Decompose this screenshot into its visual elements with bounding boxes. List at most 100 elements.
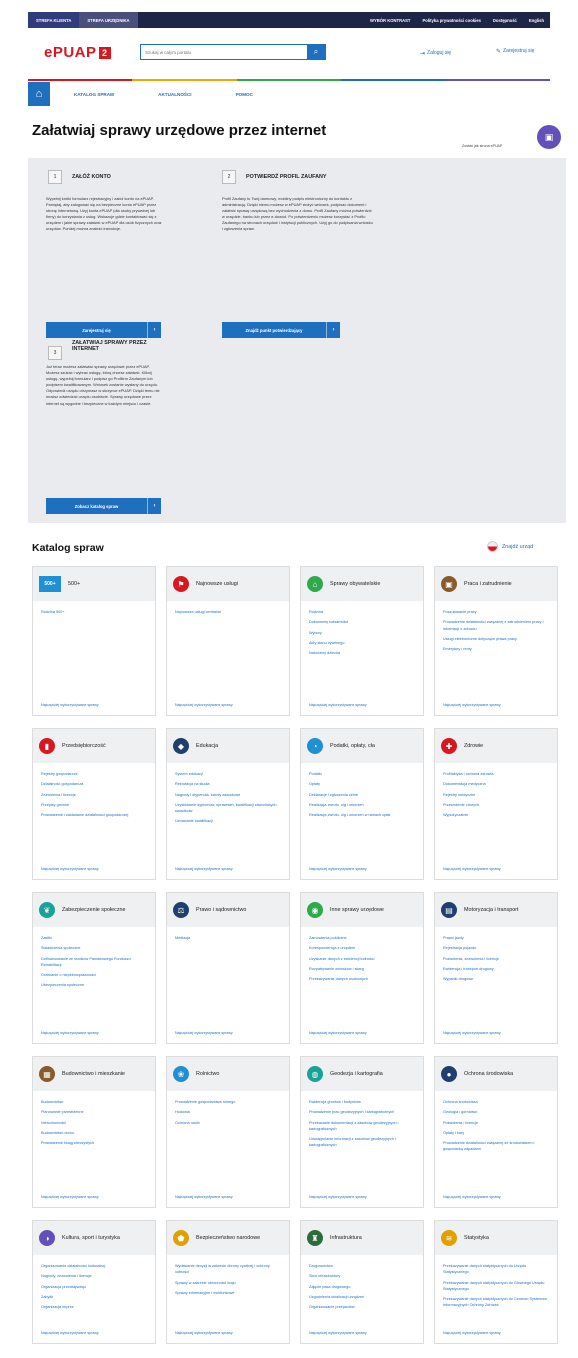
category-card-header[interactable]: ◔ Podatki, opłaty, cła	[301, 729, 423, 763]
category-link[interactable]: Rejestry medyczne	[443, 792, 549, 798]
category-link[interactable]: Emerytury i renty	[443, 646, 549, 652]
nav-catalog[interactable]: KATALOG SPRAW	[74, 92, 114, 97]
category-link[interactable]: Usługi elektroniczne dotyczące prawa pra…	[443, 636, 549, 642]
category-more-link[interactable]: Najczęściej wykorzystywane sprawy	[443, 1031, 501, 1035]
category-link[interactable]: Świadczenia społeczne	[41, 945, 147, 951]
category-link[interactable]: Uznawanie kwalifikacji	[175, 818, 281, 824]
privacy-link[interactable]: Polityka prywatności cookies	[422, 18, 480, 23]
category-link[interactable]: Wydawanie decyzji w zakresie obrony cywi…	[175, 1263, 281, 1276]
category-link[interactable]: Realizacja zwrotu, ulg i umorzeń	[309, 802, 415, 808]
category-link[interactable]: Dokumenty tożsamości	[309, 619, 415, 625]
category-card-header[interactable]: ▦ Budownictwo i mieszkanie	[33, 1057, 155, 1091]
category-link[interactable]: Budownictwo	[41, 1099, 147, 1105]
category-link[interactable]: Pozwolenia i licencje	[443, 1120, 549, 1126]
category-link[interactable]: Uzgodnienia lokalizacji urządzeń	[309, 1294, 415, 1300]
epuap-logo[interactable]: ePUAP 2	[44, 44, 111, 61]
category-card-header[interactable]: ♜ Infrastruktura	[301, 1221, 423, 1255]
category-link[interactable]: Orzekanie o niepełnosprawności	[41, 972, 147, 978]
category-link[interactable]: Organizacja imprez	[41, 1304, 147, 1310]
category-link[interactable]: Dofinansowanie ze środków Państwowego Fu…	[41, 956, 147, 969]
category-link[interactable]: Wybory	[309, 630, 415, 636]
category-link[interactable]: Rodzina 500+	[41, 609, 147, 615]
category-link[interactable]: Organizacja przedsięwzięć	[41, 1284, 147, 1290]
category-more-link[interactable]: Najczęściej wykorzystywane sprawy	[443, 703, 501, 707]
category-link[interactable]: Rejestracja pojazdu	[443, 945, 549, 951]
find-office-link[interactable]: Znajdź urząd	[487, 541, 533, 552]
category-card-header[interactable]: ⚖ Prawo i sądownictwo	[167, 893, 289, 927]
category-link[interactable]: Poszukiwanie pracy	[443, 609, 549, 615]
category-link[interactable]: Przekazywanie danych statystycznych do U…	[443, 1263, 549, 1276]
category-link[interactable]: Organizowanie przejazdów	[309, 1304, 415, 1310]
category-more-link[interactable]: Najczęściej wykorzystywane sprawy	[309, 1031, 367, 1035]
category-more-link[interactable]: Najczęściej wykorzystywane sprawy	[41, 1331, 99, 1335]
category-more-link[interactable]: Najczęściej wykorzystywane sprawy	[443, 1195, 501, 1199]
search-input[interactable]	[141, 45, 307, 59]
category-link[interactable]: Działalność gospodarcza	[41, 781, 147, 787]
category-more-link[interactable]: Najczęściej wykorzystywane sprawy	[309, 867, 367, 871]
category-link[interactable]: Rekrutacja na studia	[175, 781, 281, 787]
category-link[interactable]: Prowadzenie działalności związanej ze śr…	[443, 1140, 549, 1153]
accessibility-link[interactable]: Dostępność	[493, 18, 517, 23]
category-more-link[interactable]: Najczęściej wykorzystywane sprawy	[443, 867, 501, 871]
language-link[interactable]: English	[529, 18, 544, 23]
category-link[interactable]: Zamówienia publiczne	[309, 935, 415, 941]
login-link[interactable]: ⇥ Zaloguj się	[420, 50, 451, 57]
category-link[interactable]: Ubezpieczenia społeczne	[41, 982, 147, 988]
category-link[interactable]: Rozpatrywanie wniosków i skarg	[309, 966, 415, 972]
category-link[interactable]: Drogownictwo	[309, 1263, 415, 1269]
category-more-link[interactable]: Najczęściej wykorzystywane sprawy	[41, 867, 99, 871]
category-link[interactable]: Udostępnianie informacji z zasobów geode…	[309, 1136, 415, 1149]
category-link[interactable]: Zajęcie pasa drogowego	[309, 1284, 415, 1290]
category-link[interactable]: Budownictwo domu	[41, 1130, 147, 1136]
category-card-header[interactable]: 500+ 500+	[33, 567, 155, 601]
category-link[interactable]: Deklaracje i zgłoszenia celne	[309, 792, 415, 798]
category-link[interactable]: Prowadzenie ksiąg wieczystych	[41, 1140, 147, 1146]
tab-client-zone[interactable]: STREFA KLIENTA	[28, 12, 80, 28]
tab-official-zone[interactable]: STREFA URZĘDNIKA	[79, 12, 138, 28]
category-card-header[interactable]: ◆ Edukacja	[167, 729, 289, 763]
category-card-header[interactable]: ◍ Geodezja i kartografia	[301, 1057, 423, 1091]
category-link[interactable]: Dokumentacja medyczna	[443, 781, 549, 787]
category-card-header[interactable]: ❀ Rolnictwo	[167, 1057, 289, 1091]
category-card-header[interactable]: ⬟ Bezpieczeństwo narodowe	[167, 1221, 289, 1255]
category-link[interactable]: Przepisy gminne	[41, 802, 147, 808]
category-card-header[interactable]: ▤ Motoryzacja i transport	[435, 893, 557, 927]
category-link[interactable]: Sprawy informacyjne i meldunkowe	[175, 1290, 281, 1296]
category-link[interactable]: Ochrona roślin	[175, 1120, 281, 1126]
category-link[interactable]: Najnowsze usługi centralne	[175, 609, 281, 615]
category-more-link[interactable]: Najczęściej wykorzystywane sprawy	[309, 1331, 367, 1335]
category-link[interactable]: Przekazywanie danych osobowych	[309, 976, 415, 982]
category-more-link[interactable]: Najczęściej wykorzystywane sprawy	[175, 1031, 233, 1035]
category-link[interactable]: Przekazanie dokumentacji z zasobów geode…	[309, 1120, 415, 1133]
category-link[interactable]: Sprawy w zakresie obronności kraju	[175, 1280, 281, 1286]
category-link[interactable]: Zasiłki	[41, 935, 147, 941]
category-more-link[interactable]: Najczęściej wykorzystywane sprawy	[175, 703, 233, 707]
contrast-link[interactable]: WYBÓR KONTRAST	[370, 18, 410, 23]
category-link[interactable]: Opłaty	[309, 781, 415, 787]
promo-text[interactable]: Zostań jak strona ePUAP	[462, 144, 502, 148]
category-link[interactable]: Wypadki drogowe	[443, 976, 549, 982]
category-link[interactable]: Nagrody i stypendia, szkoły zawodowe	[175, 792, 281, 798]
register-button[interactable]: Zarejestruj się ›	[46, 322, 161, 338]
category-link[interactable]: Opłaty i kary	[443, 1130, 549, 1136]
category-card-header[interactable]: ▣ Praca i zatrudnienie	[435, 567, 557, 601]
search-button[interactable]: ⌕	[307, 45, 325, 59]
category-link[interactable]: Uzyskanie danych z ewidencji ludności	[309, 956, 415, 962]
category-link[interactable]: Podatki	[309, 771, 415, 777]
category-link[interactable]: Pozwolenia, zezwolenia i licencje	[443, 956, 549, 962]
home-button[interactable]: ⌂	[28, 82, 50, 106]
category-card-header[interactable]: ◉ Inne sprawy urzędowe	[301, 893, 423, 927]
promo-icon[interactable]: ▣	[537, 125, 561, 149]
category-link[interactable]: Planowanie przestrzenne	[41, 1109, 147, 1115]
category-link[interactable]: Prowadzenie prac geodezyjnych i kartogra…	[309, 1109, 415, 1115]
category-link[interactable]: Wypożyczalnie	[443, 812, 549, 818]
category-card-header[interactable]: ⚑ Najnowsze usługi	[167, 567, 289, 601]
category-card-header[interactable]: ❦ Zabezpieczenie społeczne	[33, 893, 155, 927]
category-link[interactable]: Ewidencja gruntów i budynków	[309, 1099, 415, 1105]
category-more-link[interactable]: Najczęściej wykorzystywane sprawy	[443, 1331, 501, 1335]
category-link[interactable]: System edukacji	[175, 771, 281, 777]
category-link[interactable]: Prowadzenie gospodarstwa rolnego	[175, 1099, 281, 1105]
category-link[interactable]: Prowadzenie i zakładanie działalności go…	[41, 812, 147, 818]
category-link[interactable]: Ewidencja i transport drogowy	[443, 966, 549, 972]
category-link[interactable]: Mediacja	[175, 935, 281, 941]
